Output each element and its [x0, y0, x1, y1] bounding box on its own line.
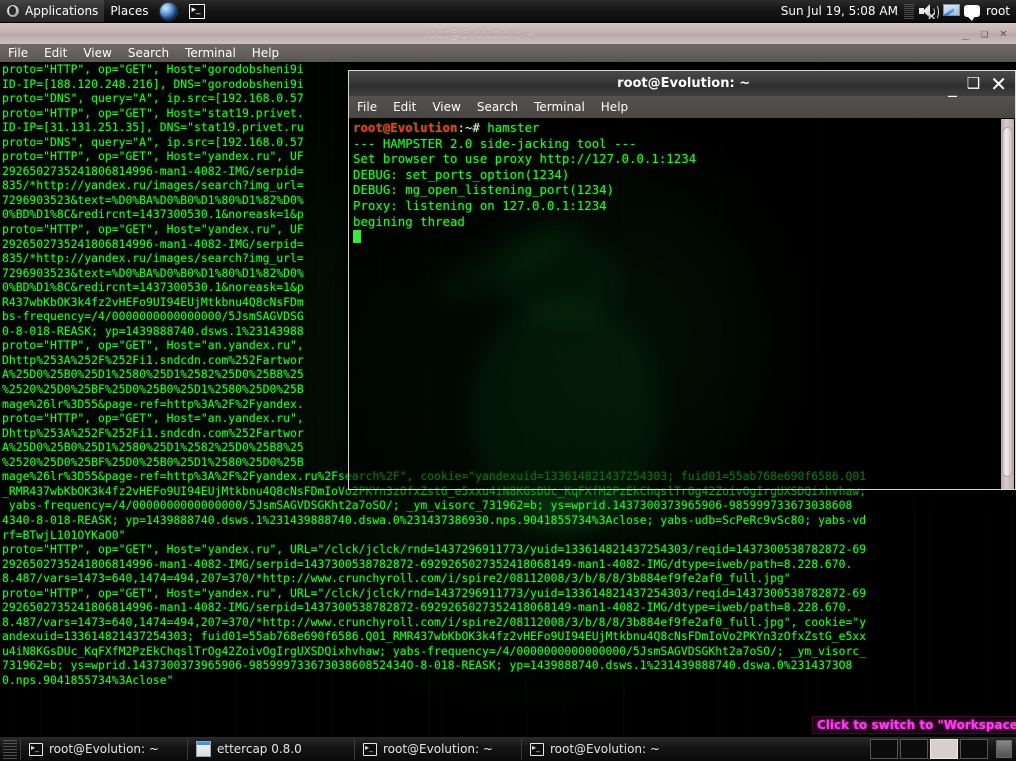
menu-view[interactable]: View: [75, 44, 119, 62]
trash-icon[interactable]: [996, 740, 1012, 758]
taskbar-item-4-label: root@Evolution: ~: [550, 742, 660, 756]
applications-menu-label: Applications: [25, 4, 98, 18]
top-panel[interactable]: Applications Places ▸_ Sun Jul 19, 5:08 …: [0, 0, 1016, 23]
clock[interactable]: Sun Jul 19, 5:08 AM: [775, 4, 904, 18]
background-minimize-button[interactable]: _: [959, 27, 972, 40]
terminal-output-line: DEBUG: mg_open_listening_port(1234): [353, 182, 999, 198]
terminal-line: andexuid=133614821437254303; fuid01=55ab…: [2, 629, 1014, 644]
foreground-window-menubar[interactable]: File Edit View Search Terminal Help: [348, 96, 1016, 118]
terminal-command: hamster: [487, 120, 539, 135]
terminal-output-line: Set browser to use proxy http://127.0.0.…: [353, 151, 999, 167]
text-cursor: [353, 230, 361, 243]
bottom-panel[interactable]: ▸_ root@Evolution: ~ ettercap 0.8.0 ▸_ r…: [0, 736, 1016, 761]
hamster-terminal-output[interactable]: root@Evolution:~# hamster--- HAMPSTER 2.…: [353, 120, 999, 245]
menu-file[interactable]: File: [0, 44, 36, 62]
gnome-foot-icon: [6, 4, 20, 18]
fg-menu-terminal[interactable]: Terminal: [526, 96, 593, 118]
background-maximize-button[interactable]: ❑: [978, 27, 991, 40]
terminal-line: 2926502735241806814996-man1-4082-IMG/ser…: [2, 557, 1014, 572]
taskbar-item-3-label: root@Evolution: ~: [383, 742, 493, 756]
fg-menu-view[interactable]: View: [424, 96, 468, 118]
taskbar-item-3[interactable]: ▸_ root@Evolution: ~: [354, 738, 521, 760]
terminal-line: 2926502735241806814996-man1-4082-IMG/ser…: [2, 600, 1014, 615]
tray-drag-handle[interactable]: [904, 3, 914, 19]
panel-spacer: [211, 0, 774, 22]
workspace-2[interactable]: [900, 739, 928, 759]
places-menu[interactable]: Places: [104, 0, 154, 22]
workspace-4[interactable]: [960, 739, 988, 759]
network-icon[interactable]: [942, 3, 960, 19]
terminal-line: proto="HTTP", op="GET", Host="yandex.ru"…: [2, 542, 1014, 557]
terminal-icon: ▸_: [29, 743, 43, 756]
terminal-scrollbar[interactable]: [1001, 119, 1014, 489]
system-tray[interactable]: ✕ root: [904, 3, 1016, 19]
workspace-tooltip: Click to switch to "Workspace 3": [812, 716, 1016, 734]
workspace-switcher[interactable]: [870, 738, 1016, 760]
terminal-line: yabs-frequency=/4/0000000000000000/5JsmS…: [2, 498, 1014, 513]
menu-search[interactable]: Search: [120, 44, 177, 62]
foreground-window-titlebar[interactable]: root@Evolution: ~ _ ❑ ✕: [348, 70, 1016, 96]
menu-edit[interactable]: Edit: [36, 44, 75, 62]
launcher-browser[interactable]: [154, 0, 183, 22]
background-window-title: root@Evolution: ~: [0, 26, 959, 40]
minimize-button[interactable]: _: [948, 80, 957, 97]
terminal-line: 8.487/vars=1473=640,1474=494,207=370/*ht…: [2, 615, 1014, 630]
terminal-icon: ▸_: [189, 4, 205, 19]
terminal-cursor-line: [353, 229, 999, 245]
fg-menu-edit[interactable]: Edit: [385, 96, 424, 118]
terminal-output-line: begining thread: [353, 214, 999, 230]
taskbar-item-2-label: ettercap 0.8.0: [217, 742, 302, 756]
foreground-window-title: root@Evolution: ~: [349, 76, 948, 91]
terminal-icon: ▸_: [363, 743, 377, 756]
show-desktop-handle[interactable]: [3, 739, 17, 759]
terminal-prompt-line: root@Evolution:~# hamster: [353, 120, 999, 136]
applications-menu[interactable]: Applications: [0, 0, 104, 22]
foreground-terminal-body[interactable]: root@Evolution:~# hamster--- HAMPSTER 2.…: [348, 118, 1016, 490]
places-menu-label: Places: [110, 4, 148, 18]
terminal-line: 4340-8-018-REASK; yp=1439888740.dsws.1%2…: [2, 513, 1014, 528]
terminal-line: proto="HTTP", op="GET", Host="yandex.ru"…: [2, 586, 1014, 601]
terminal-line: 0.nps.9041855734%3Aclose": [2, 673, 1014, 688]
maximize-button[interactable]: ❑: [967, 76, 980, 91]
launcher-terminal[interactable]: ▸_: [183, 0, 211, 22]
foreground-terminal-window[interactable]: root@Evolution: ~ _ ❑ ✕ File Edit View S…: [348, 70, 1016, 490]
fg-menu-help[interactable]: Help: [593, 96, 636, 118]
terminal-icon: ▸_: [530, 743, 544, 756]
terminal-line: u4iN8KGsDUc_KqFXfM2PzEkChqslTrOg42ZoivOg…: [2, 644, 1014, 659]
chat-icon[interactable]: [964, 5, 980, 17]
menu-help[interactable]: Help: [244, 44, 287, 62]
background-window-menubar[interactable]: File Edit View Search Terminal Help: [0, 44, 1016, 62]
user-menu-label[interactable]: root: [984, 4, 1014, 18]
terminal-line: 731962=b; ys=wprid.1437300373965906-9859…: [2, 658, 1014, 673]
terminal-line: rf=BTwjL101OYKaO0": [2, 528, 1014, 543]
workspace-1[interactable]: [870, 739, 898, 759]
taskbar-item-4[interactable]: ▸_ root@Evolution: ~: [521, 738, 688, 760]
fg-menu-search[interactable]: Search: [469, 96, 526, 118]
menu-terminal[interactable]: Terminal: [177, 44, 244, 62]
background-window-buttons: _ ❑ ✕: [959, 27, 1016, 40]
taskbar-item-1[interactable]: ▸_ root@Evolution: ~: [20, 738, 187, 760]
background-close-button[interactable]: ✕: [997, 27, 1010, 40]
foreground-window-buttons: _ ❑ ✕: [948, 74, 1015, 94]
taskbar-item-1-label: root@Evolution: ~: [49, 742, 159, 756]
prompt-path: :~#: [457, 120, 487, 135]
globe-icon: [160, 3, 177, 20]
speaker-muted-icon[interactable]: ✕: [918, 3, 938, 19]
workspace-3[interactable]: [930, 739, 958, 759]
terminal-output-line: --- HAMPSTER 2.0 side-jacking tool ---: [353, 136, 999, 152]
terminal-line: 8.487/vars=1473=640,1474=494,207=370/*ht…: [2, 571, 1014, 586]
prompt-user: root@Evolution: [353, 120, 457, 135]
ettercap-icon: [196, 741, 211, 757]
terminal-output-line: DEBUG: set_ports_option(1234): [353, 167, 999, 183]
close-button[interactable]: ✕: [990, 74, 1007, 94]
fg-menu-file[interactable]: File: [349, 96, 385, 118]
background-window-titlebar[interactable]: root@Evolution: ~ _ ❑ ✕: [0, 22, 1016, 44]
terminal-scrollbar-thumb[interactable]: [1002, 127, 1013, 477]
terminal-output-line: Proxy: listening on 127.0.0.1:1234: [353, 198, 999, 214]
taskbar-item-2[interactable]: ettercap 0.8.0: [187, 738, 354, 760]
